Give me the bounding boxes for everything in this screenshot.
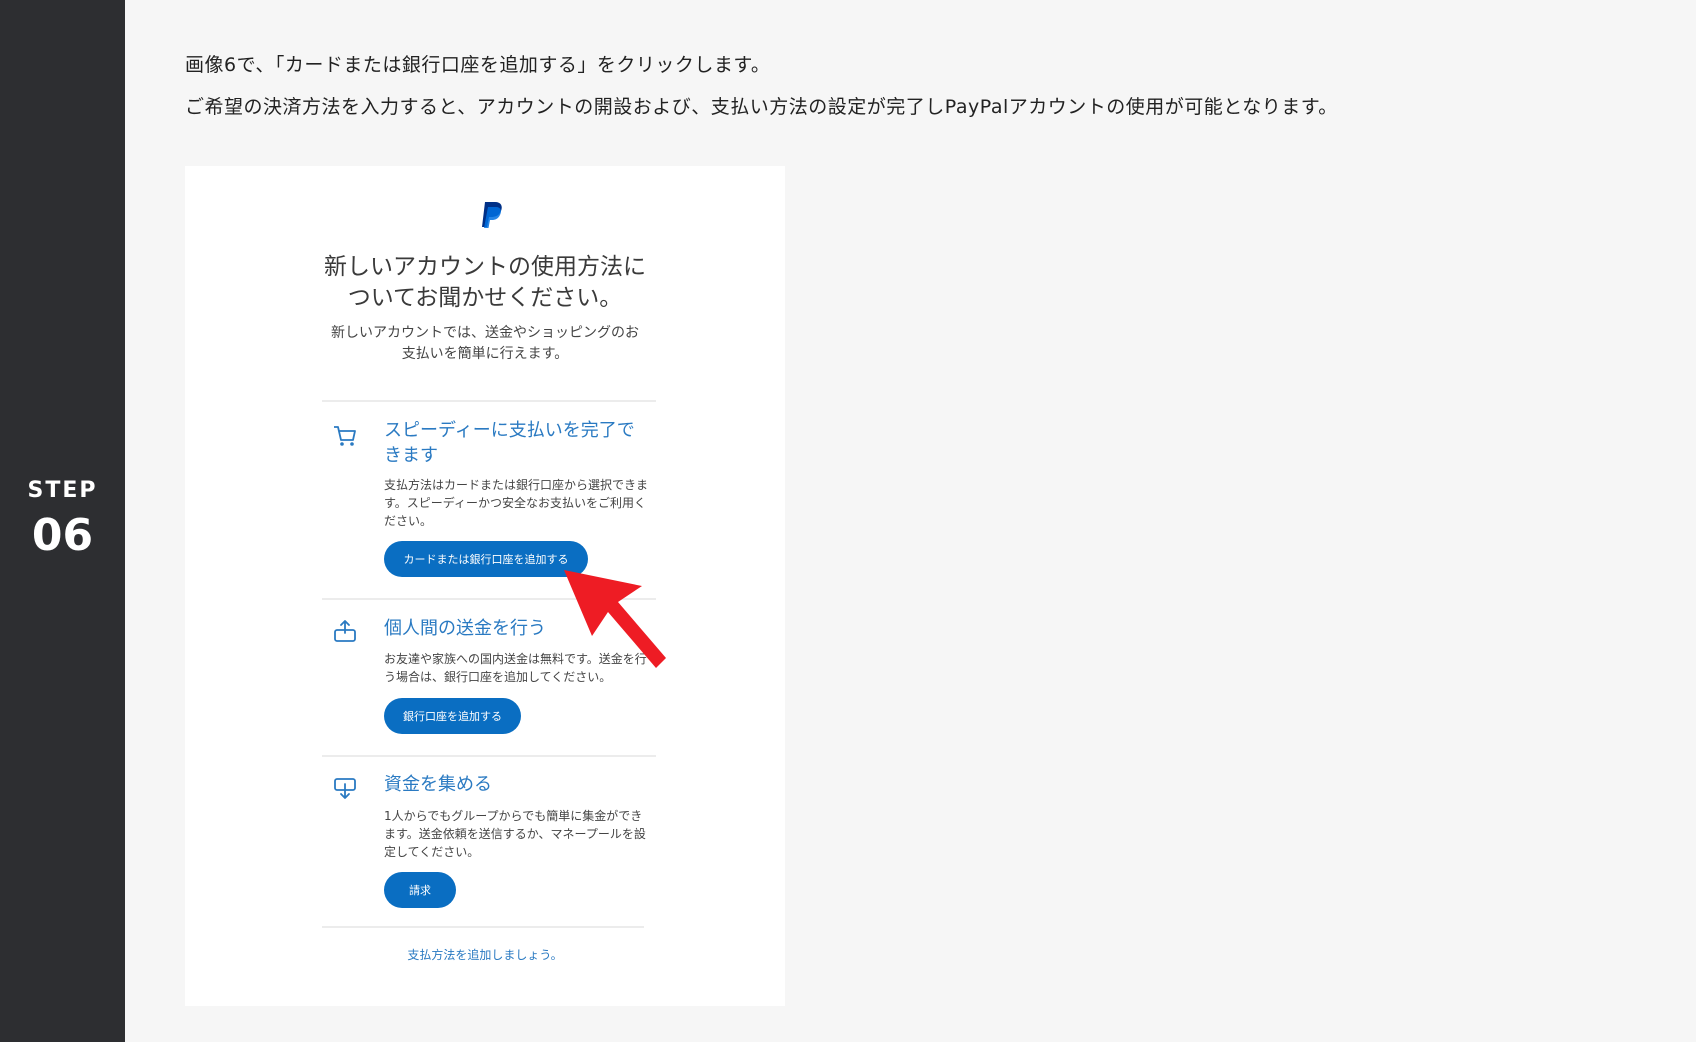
headline-line-1: 新しいアカウントの使用方法に	[324, 254, 646, 280]
add-bank-button[interactable]: 銀行口座を追加する	[384, 698, 521, 734]
feature-title-collect: 資金を集める	[384, 772, 654, 797]
feature-title-line: きます	[384, 445, 438, 466]
feature-desc-collect: 1人からでもグループからでも簡単に集金ができ ます。送金依頼を送信するか、マネー…	[384, 807, 654, 861]
divider	[322, 400, 656, 402]
intro-line-2: ご希望の決済方法を入力すると、アカウントの開設および、支払い方法の設定が完了しP…	[185, 96, 1338, 118]
headline: 新しいアカウントの使用方法に ついてお聞かせください。	[185, 252, 785, 314]
send-icon	[334, 620, 356, 642]
paypal-screenshot: 新しいアカウントの使用方法に ついてお聞かせください。 新しいアカウントでは、送…	[185, 166, 785, 1006]
step-label: STEP	[27, 478, 98, 503]
subheadline-line-1: 新しいアカウントでは、送金やショッピングのお	[331, 325, 639, 341]
feature-desc-line: 定してください。	[384, 845, 480, 859]
intro-line-1: 画像6で、「カードまたは銀行口座を追加する」をクリックします。	[185, 54, 771, 76]
step-sidebar: STEP 06	[0, 0, 125, 1042]
add-card-or-bank-button[interactable]: カードまたは銀行口座を追加する	[384, 541, 588, 577]
headline-line-2: ついてお聞かせください。	[347, 285, 623, 311]
red-arrow-icon	[564, 570, 666, 668]
step-number: 06	[31, 510, 94, 561]
divider	[322, 926, 644, 928]
divider	[322, 755, 656, 757]
feature-desc-payment: 支払方法はカードまたは銀行口座から選択できま す。スピーディーかつ安全なお支払い…	[384, 476, 654, 530]
feature-desc-line: す。スピーディーかつ安全なお支払いをご利用く	[384, 496, 646, 510]
paypal-logo	[482, 202, 502, 228]
add-payment-method-link[interactable]: 支払方法を追加しましょう。	[185, 946, 785, 963]
subheadline: 新しいアカウントでは、送金やショッピングのお 支払いを簡単に行えます。	[185, 323, 785, 365]
feature-desc-line: ます。送金依頼を送信するか、マネープールを設	[384, 827, 646, 841]
feature-title-line: スピーディーに支払いを完了で	[384, 420, 635, 441]
receive-icon	[334, 778, 356, 799]
request-button[interactable]: 請求	[384, 872, 456, 908]
feature-desc-line: 支払方法はカードまたは銀行口座から選択できま	[384, 478, 649, 492]
subheadline-line-2: 支払いを簡単に行えます。	[401, 346, 569, 362]
feature-desc-line: ださい。	[384, 514, 433, 528]
feature-title-payment: スピーディーに支払いを完了で きます	[384, 418, 654, 468]
cart-icon	[334, 426, 356, 446]
feature-desc-line: 1人からでもグループからでも簡単に集金ができ	[384, 809, 643, 823]
intro-text: 画像6で、「カードまたは銀行口座を追加する」をクリックします。 ご希望の決済方法…	[185, 44, 1665, 128]
feature-title-line: 資金を集める	[384, 774, 492, 795]
